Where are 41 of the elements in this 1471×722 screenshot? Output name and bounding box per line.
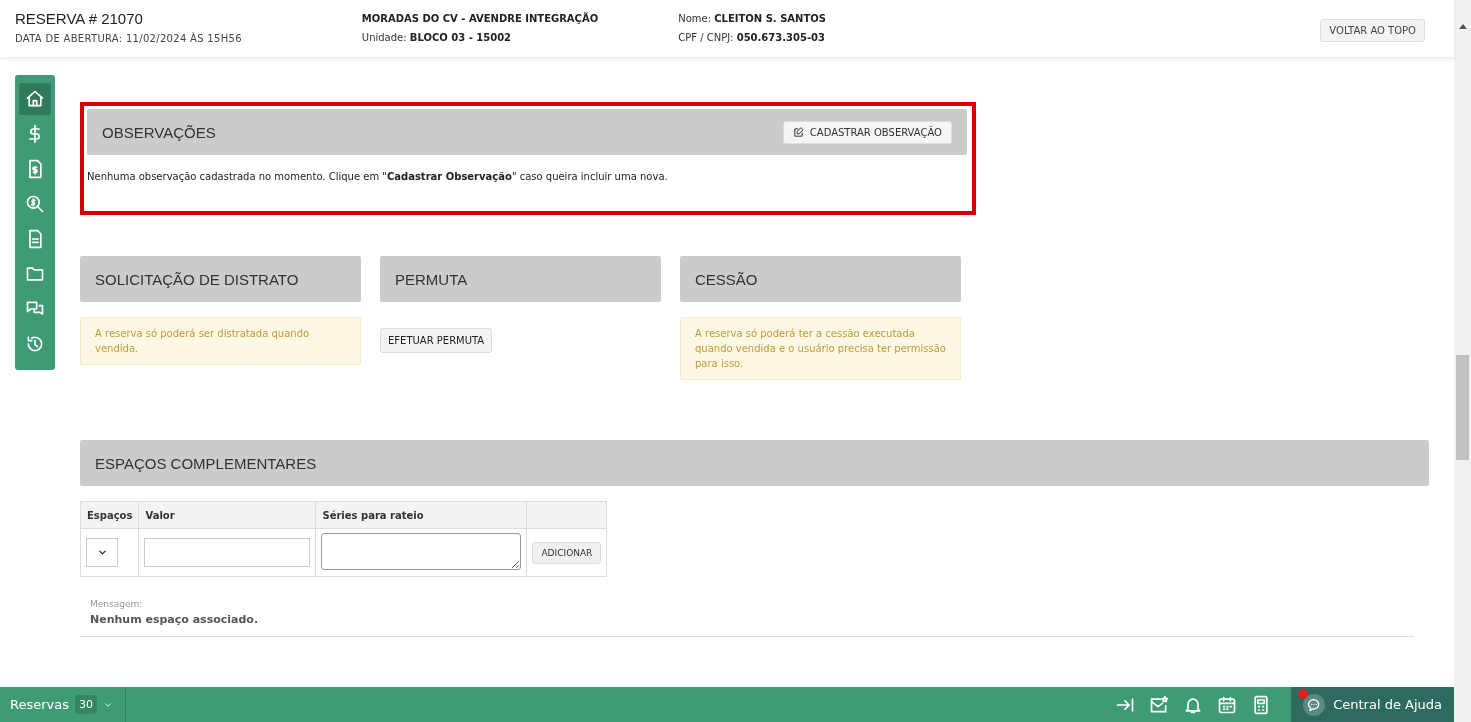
column-header: Séries para rateio (315, 501, 527, 529)
history-icon (25, 334, 45, 354)
add-observation-button[interactable]: CADASTRAR OBSERVAÇÃO (782, 120, 952, 144)
calendar-icon[interactable] (1217, 694, 1238, 715)
section-title: SOLICITAÇÃO DE DISTRATO (95, 270, 299, 288)
folder-icon (25, 264, 45, 284)
reservations-tab[interactable]: Reservas 30 (0, 687, 126, 722)
count-badge: 30 (75, 695, 97, 714)
client-name: Nome: CLEITON S. SANTOS (678, 13, 826, 24)
exchange-button[interactable]: EFETUAR PERMUTA (380, 328, 493, 353)
help-center-button[interactable]: Central de Ajuda (1291, 687, 1454, 722)
scrollbar[interactable] (1454, 0, 1471, 722)
value-input[interactable] (144, 538, 311, 567)
section-title: PERMUTA (395, 270, 468, 288)
column-header: Valor (138, 501, 316, 529)
section-title: ESPAÇOS COMPLEMENTARES (95, 454, 317, 472)
enterprise-name: MORADAS DO CV - AVENDRE INTEGRAÇÃO (361, 13, 599, 24)
scroll-up-icon[interactable] (1458, 24, 1467, 29)
reservation-title: RESERVA # 21070 (15, 10, 144, 27)
section-title: CESSÃO (695, 270, 758, 288)
tab-label: Reservas (10, 697, 69, 712)
opening-date: DATA DE ABERTURA: 11/02/2024 ÀS 15H56 (15, 33, 242, 44)
envelope-star-icon[interactable] (1149, 694, 1170, 715)
money-search-icon (25, 194, 45, 214)
section-title: OBSERVAÇÕES (102, 123, 216, 141)
warning-message: A reserva só poderá ser distratada quando vendida. (80, 317, 361, 365)
column-header: Espaços (80, 501, 139, 529)
sidebar-item[interactable] (19, 83, 51, 115)
back-to-top-button[interactable]: VOLTAR AO TOPO (1320, 19, 1425, 42)
scrollbar-thumb[interactable] (1456, 355, 1469, 460)
message-text: Nenhum espaço associado. (90, 613, 260, 628)
client-document: CPF / CNPJ: 050.673.305-03 (678, 32, 826, 43)
empty-message: Nenhuma observação cadastrada no momento. Clique em "Cadastrar Observação" caso queira incluir uma nova. (87, 171, 669, 182)
edit-icon (792, 126, 804, 138)
series-input[interactable] (321, 533, 522, 570)
unit-info: Unidade: BLOCO 03 - 15002 (361, 32, 513, 43)
add-button[interactable]: ADICIONAR (532, 541, 602, 564)
warning-message: A reserva só poderá ter a cessão executada quando vendida e o usuário precisa ter permissão para isso. (680, 317, 961, 380)
home-icon (25, 89, 45, 109)
chevron-down-icon (96, 547, 108, 558)
message-label: Mensagem: (90, 599, 144, 609)
